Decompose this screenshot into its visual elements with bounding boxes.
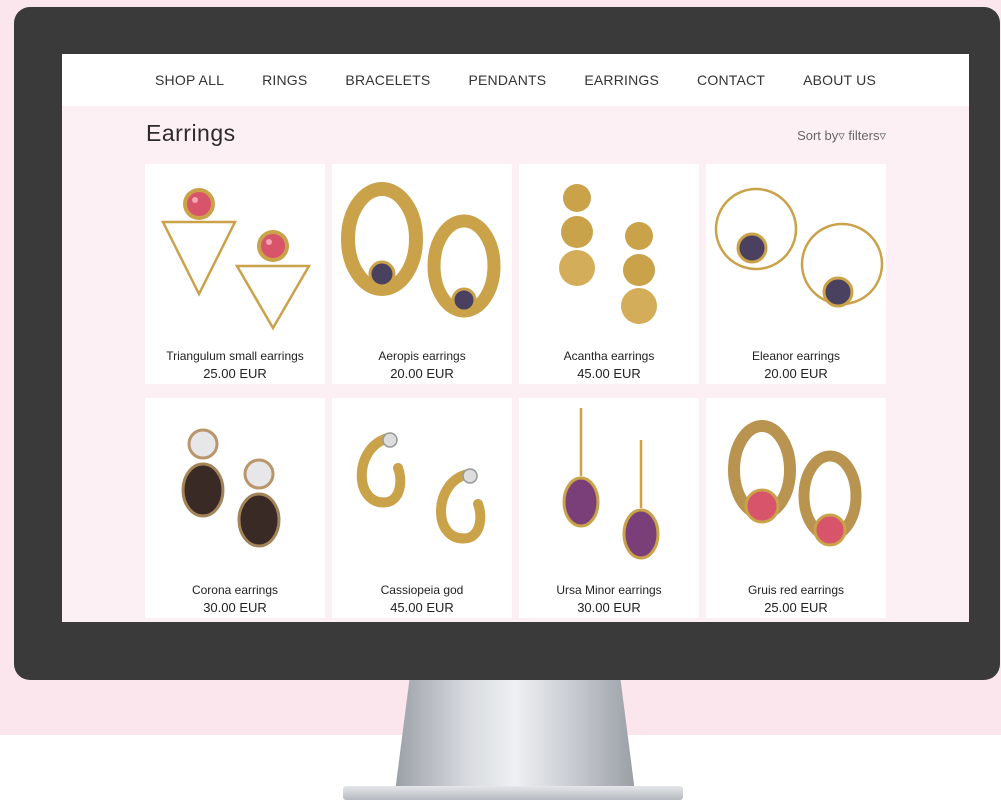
main-nav: SHOP ALL RINGS BRACELETS PENDANTS EARRIN…	[62, 54, 969, 106]
product-price: 30.00 EUR	[577, 600, 641, 615]
page-title: Earrings	[146, 120, 236, 146]
product-price: 45.00 EUR	[390, 600, 454, 615]
product-name: Eleanor earrings	[751, 349, 841, 363]
product-name: Ursa Minor earrings	[556, 583, 662, 597]
product-name: Cassiopeia god	[380, 583, 464, 597]
product-card[interactable]: Eleanor earrings 20.00 EUR	[706, 164, 886, 384]
product-card[interactable]: Cassiopeia god 45.00 EUR	[332, 398, 512, 618]
product-name: Aeropis earrings	[378, 349, 466, 363]
filters-dropdown[interactable]: filters▿	[848, 128, 886, 143]
nav-rings[interactable]: RINGS	[262, 72, 307, 88]
nav-shop-all[interactable]: SHOP ALL	[155, 72, 224, 88]
sort-filter-controls: Sort by▿ filters▿	[797, 128, 886, 144]
product-name: Gruis red earrings	[747, 583, 845, 597]
product-price: 20.00 EUR	[390, 366, 454, 381]
product-price: 25.00 EUR	[203, 366, 267, 381]
product-price: 45.00 EUR	[577, 366, 641, 381]
nav-earrings[interactable]: EARRINGS	[584, 72, 659, 88]
product-name: Triangulum small earrings	[166, 349, 304, 363]
nav-contact[interactable]: CONTACT	[697, 72, 765, 88]
nav-pendants[interactable]: PENDANTS	[468, 72, 546, 88]
monitor-screen: SHOP ALL RINGS BRACELETS PENDANTS EARRIN…	[62, 54, 969, 622]
page-header: Earrings Sort by▿ filters▿	[146, 120, 886, 150]
product-card[interactable]: Triangulum small earrings 25.00 EUR	[145, 164, 325, 384]
sort-by-dropdown[interactable]: Sort by▿	[797, 128, 845, 143]
product-card[interactable]: Corona earrings 30.00 EUR	[145, 398, 325, 618]
gold-oval-red-stone-earrings-image	[728, 420, 862, 547]
product-card[interactable]: Gruis red earrings 25.00 EUR	[706, 398, 886, 618]
triangle-ruby-earrings-image	[160, 188, 312, 331]
nav-bracelets[interactable]: BRACELETS	[345, 72, 430, 88]
product-price: 20.00 EUR	[764, 366, 828, 381]
pearl-smoky-quartz-earrings-image	[181, 428, 281, 548]
gold-hoop-amethyst-earrings-image	[714, 187, 884, 308]
product-card[interactable]: Ursa Minor earrings 30.00 EUR	[519, 398, 699, 618]
monitor-stand	[395, 680, 635, 792]
product-card[interactable]: Acantha earrings 45.00 EUR	[519, 164, 699, 384]
product-price: 30.00 EUR	[203, 600, 267, 615]
purple-drop-earrings-image	[562, 408, 660, 560]
product-name: Acantha earrings	[563, 349, 655, 363]
monitor-base	[343, 786, 683, 800]
gold-hoop-earrings-image	[356, 432, 486, 544]
nav-about-us[interactable]: ABOUT US	[803, 72, 876, 88]
product-price: 25.00 EUR	[764, 600, 828, 615]
gold-disc-drop-earrings-image	[559, 184, 657, 324]
product-card[interactable]: Aeropis earrings 20.00 EUR	[332, 164, 512, 384]
product-name: Corona earrings	[191, 583, 279, 597]
gold-oval-amethyst-earrings-image	[341, 182, 501, 318]
